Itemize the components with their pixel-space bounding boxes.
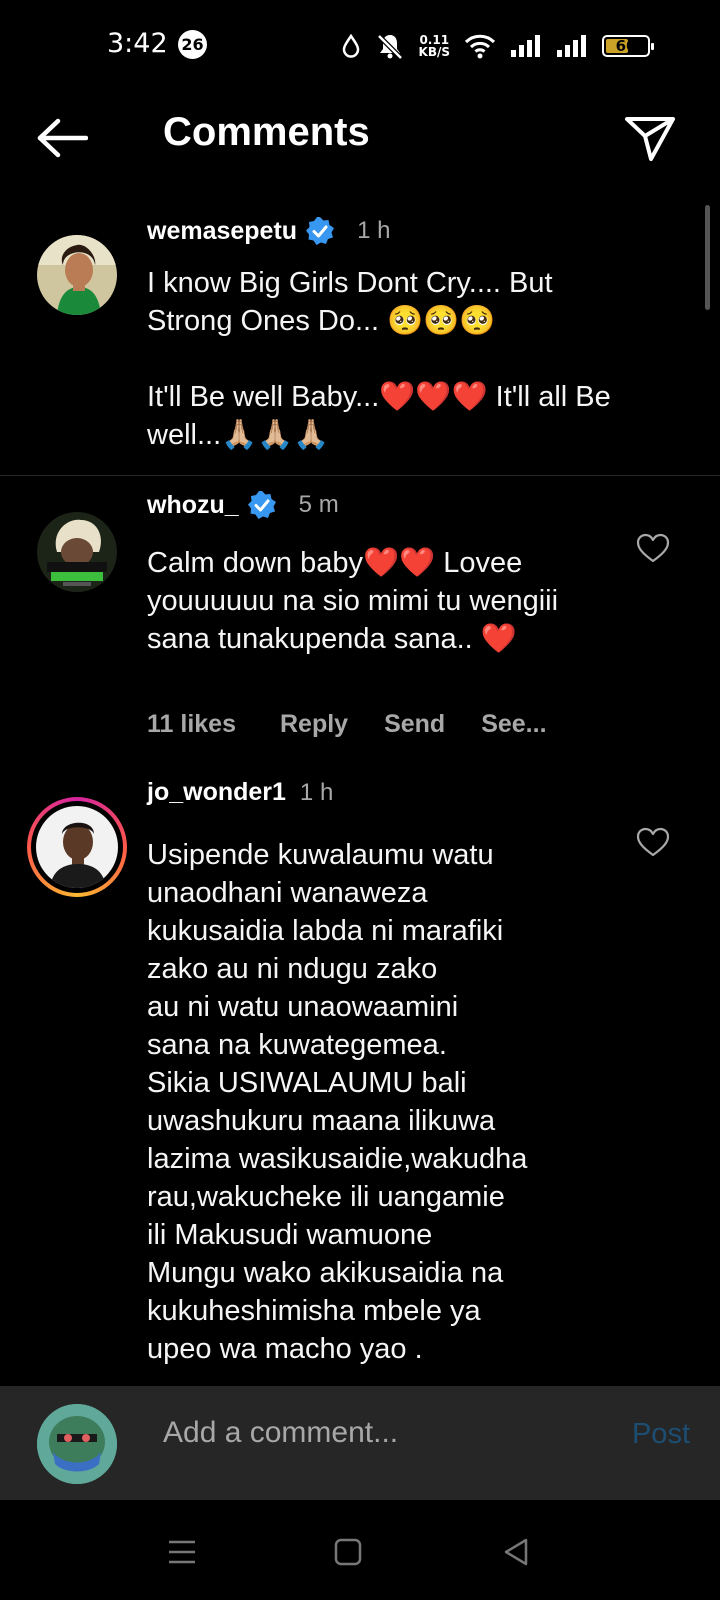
post-button[interactable]: Post — [632, 1418, 690, 1451]
notification-count-badge: 26 — [178, 30, 207, 59]
send-button[interactable]: Send — [384, 710, 445, 739]
network-speed-unit: KB/S — [418, 45, 450, 59]
username[interactable]: wemasepetu — [147, 217, 297, 246]
avatar-whozu[interactable] — [37, 512, 117, 592]
water-drop-icon — [342, 34, 359, 58]
profile-photo-icon — [37, 1404, 117, 1484]
status-bar: 3:42 26 0.11 KB/S 60 — [0, 0, 720, 92]
avatar-jo-wonder1[interactable] — [36, 806, 118, 888]
username[interactable]: whozu_ — [147, 491, 239, 520]
status-time: 3:42 — [107, 28, 168, 59]
like-heart-icon[interactable] — [636, 532, 670, 566]
back-triangle-icon — [504, 1538, 528, 1566]
comment-header: jo_wonder1 1 h — [147, 778, 333, 807]
comment-text: Usipende kuwalaumu watu unaodhani wanawe… — [147, 839, 528, 1365]
my-avatar[interactable] — [37, 1404, 117, 1484]
comment-text: Calm down baby❤️❤️ Lovee youuuuuu na sio… — [147, 547, 559, 655]
profile-photo-icon — [37, 512, 117, 592]
wifi-icon — [464, 34, 496, 59]
battery-indicator: 60 — [602, 35, 654, 57]
profile-photo-icon — [37, 235, 117, 315]
signal-icon-sim2 — [557, 35, 586, 57]
avatar-story-ring[interactable] — [27, 797, 127, 897]
comment-text: I know Big Girls Dont Cry.... But Strong… — [147, 267, 611, 451]
system-navigation-bar — [0, 1500, 720, 1600]
status-icons: 0.11 KB/S 60 — [341, 30, 654, 62]
battery-percent: 60 — [615, 37, 637, 55]
comment-time: 1 h — [299, 778, 334, 806]
username[interactable]: jo_wonder1 — [147, 778, 286, 807]
menu-lines-icon — [169, 1540, 195, 1564]
comment-time: 1 h — [357, 217, 391, 244]
page-title: Comments — [163, 110, 370, 154]
back-nav-button[interactable] — [496, 1532, 536, 1572]
caption-divider — [0, 475, 720, 476]
likes-count[interactable]: 11 likes — [147, 710, 236, 739]
see-translation-button[interactable]: See... — [481, 710, 546, 739]
verified-badge-icon — [247, 491, 276, 519]
comment-header: whozu_ 5 m — [147, 490, 339, 520]
back-button[interactable] — [34, 110, 90, 166]
home-square-icon — [334, 1538, 362, 1566]
comment-actions: 11 likes Reply Send See... — [147, 710, 547, 739]
share-button[interactable] — [622, 110, 678, 166]
comment-composer: Add a comment... Post — [0, 1386, 720, 1500]
verified-badge-icon — [306, 217, 335, 245]
signal-icon-sim1 — [511, 35, 540, 57]
home-button[interactable] — [328, 1532, 368, 1572]
reply-button[interactable]: Reply — [280, 710, 348, 739]
recent-apps-button[interactable] — [162, 1532, 202, 1572]
scrollbar[interactable] — [705, 205, 710, 310]
like-heart-icon[interactable] — [636, 826, 670, 860]
comment-time: 5 m — [298, 491, 339, 518]
send-paper-plane-icon — [625, 117, 675, 161]
mute-bell-icon — [376, 34, 403, 60]
avatar-wemasepetu[interactable] — [37, 235, 117, 315]
avatar-ring-inner — [31, 801, 123, 893]
comment-header: wemasepetu 1 h — [147, 216, 390, 246]
comments-header: Comments — [0, 92, 720, 182]
back-arrow-icon — [37, 118, 88, 158]
add-comment-input[interactable]: Add a comment... — [163, 1416, 398, 1450]
profile-photo-icon — [36, 806, 118, 888]
network-speed: 0.11 KB/S — [419, 34, 450, 58]
